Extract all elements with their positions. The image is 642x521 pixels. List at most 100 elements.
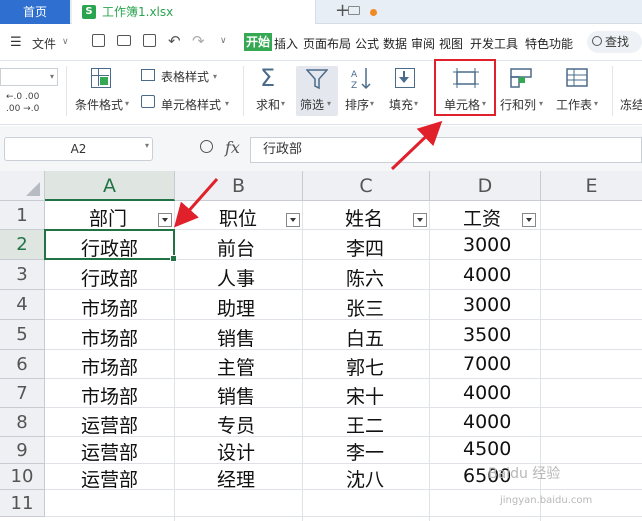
- header-cell-name[interactable]: 姓名: [345, 204, 383, 231]
- conditional-format-icon[interactable]: [91, 68, 111, 88]
- header-cell-salary[interactable]: 工资: [463, 204, 501, 231]
- cell-salary[interactable]: 7000: [463, 353, 511, 375]
- chevron-down-icon[interactable]: ∨: [62, 37, 69, 47]
- save-icon[interactable]: [92, 34, 105, 47]
- chevron-down-icon[interactable]: ▾: [125, 99, 129, 108]
- chevron-down-icon[interactable]: ▾: [594, 99, 598, 108]
- cell-position[interactable]: 前台: [217, 234, 255, 261]
- column-header-a[interactable]: A: [45, 171, 175, 201]
- zoom-icon[interactable]: [200, 140, 213, 153]
- tab-workbook[interactable]: S 工作簿1.xlsx: [72, 0, 377, 24]
- filter-icon[interactable]: [306, 68, 328, 90]
- row-header-1[interactable]: 1: [0, 201, 45, 230]
- worksheet-icon[interactable]: [566, 68, 588, 88]
- cell-salary[interactable]: 3000: [463, 234, 511, 256]
- chevron-down-icon[interactable]: ▾: [145, 141, 149, 150]
- chevron-down-icon[interactable]: ∨: [220, 36, 227, 46]
- cell-department[interactable]: 市场部: [81, 294, 138, 321]
- cell-name[interactable]: 陈六: [346, 264, 384, 291]
- sort-button[interactable]: 排序: [345, 96, 369, 113]
- menu-file[interactable]: 文件: [32, 35, 56, 52]
- header-cell-department[interactable]: 部门: [89, 204, 127, 231]
- chevron-down-icon[interactable]: ▾: [539, 99, 543, 108]
- row-header-8[interactable]: 8: [0, 408, 45, 437]
- cell-salary[interactable]: 4500: [463, 438, 511, 460]
- cell-salary[interactable]: 4000: [463, 411, 511, 433]
- table-style-button[interactable]: 表格样式: [161, 68, 209, 85]
- sum-button[interactable]: 求和: [256, 96, 280, 113]
- chevron-down-icon[interactable]: ▾: [370, 99, 374, 108]
- menu-review[interactable]: 审阅: [411, 35, 435, 52]
- sort-icon[interactable]: A Z: [350, 66, 374, 90]
- decrease-decimal-button[interactable]: .00 →.0: [6, 104, 39, 114]
- cell-position[interactable]: 主管: [217, 353, 255, 380]
- cell-position[interactable]: 销售: [217, 382, 255, 409]
- chevron-down-icon[interactable]: ▾: [213, 72, 217, 81]
- undo-icon[interactable]: ↶: [168, 32, 181, 50]
- column-header-e[interactable]: E: [541, 171, 642, 201]
- formula-input[interactable]: 行政部: [250, 137, 642, 163]
- row-header-9[interactable]: 9: [0, 437, 45, 464]
- menu-view[interactable]: 视图: [439, 35, 463, 52]
- cell-name[interactable]: 沈八: [346, 465, 384, 492]
- select-all-corner[interactable]: [0, 171, 45, 201]
- filter-button[interactable]: 筛选: [300, 96, 324, 113]
- row-header-3[interactable]: 3: [0, 260, 45, 290]
- worksheet-button[interactable]: 工作表: [556, 96, 592, 113]
- menu-insert[interactable]: 插入: [274, 35, 298, 52]
- chevron-down-icon[interactable]: ▾: [327, 99, 331, 108]
- cell-salary[interactable]: 3000: [463, 294, 511, 316]
- cell-department[interactable]: 市场部: [81, 382, 138, 409]
- chevron-down-icon[interactable]: ▾: [281, 99, 285, 108]
- name-box[interactable]: A2: [4, 137, 153, 161]
- cell-salary[interactable]: 3500: [463, 324, 511, 346]
- menu-formula[interactable]: 公式: [355, 35, 379, 52]
- cell-position[interactable]: 设计: [217, 438, 255, 465]
- row-header-5[interactable]: 5: [0, 320, 45, 350]
- conditional-format-button[interactable]: 条件格式: [75, 96, 123, 113]
- header-cell-position[interactable]: 职位: [219, 204, 257, 231]
- cell-position[interactable]: 专员: [217, 411, 255, 438]
- active-cell-selection[interactable]: [44, 229, 177, 262]
- sum-icon[interactable]: Σ: [260, 64, 275, 92]
- row-header-2[interactable]: 2: [0, 230, 45, 260]
- cell-position[interactable]: 经理: [217, 465, 255, 492]
- tab-home[interactable]: 首页: [0, 0, 70, 24]
- column-header-b[interactable]: B: [175, 171, 303, 201]
- cell-department[interactable]: 市场部: [81, 324, 138, 351]
- filter-dropdown-salary[interactable]: [522, 213, 536, 227]
- menu-page-layout[interactable]: 页面布局: [303, 35, 351, 52]
- filter-dropdown-name[interactable]: [413, 213, 427, 227]
- menu-developer[interactable]: 开发工具: [470, 35, 518, 52]
- cell-style-icon[interactable]: [141, 95, 155, 108]
- freeze-button[interactable]: 冻结: [620, 96, 642, 113]
- row-col-button[interactable]: 行和列: [500, 96, 536, 113]
- chevron-down-icon[interactable]: ▾: [414, 99, 418, 108]
- cell-department[interactable]: 市场部: [81, 353, 138, 380]
- fx-icon[interactable]: fx: [225, 138, 240, 157]
- cell-style-button[interactable]: 单元格样式: [161, 96, 221, 113]
- print-icon[interactable]: [117, 35, 131, 46]
- menu-start[interactable]: 开始: [244, 33, 272, 51]
- chevron-down-icon[interactable]: ▾: [50, 72, 54, 81]
- increase-decimal-button[interactable]: ←.0 .00: [6, 92, 39, 102]
- cell-name[interactable]: 李四: [346, 234, 384, 261]
- cell-name[interactable]: 郭七: [346, 353, 384, 380]
- cell-department[interactable]: 行政部: [81, 264, 138, 291]
- menu-special[interactable]: 特色功能: [525, 35, 573, 52]
- row-col-icon[interactable]: [510, 68, 532, 88]
- cell-name[interactable]: 宋十: [346, 382, 384, 409]
- chevron-down-icon[interactable]: ▾: [225, 99, 229, 108]
- print-preview-icon[interactable]: [143, 34, 156, 47]
- fill-button[interactable]: 填充: [389, 96, 413, 113]
- redo-icon[interactable]: ↷: [192, 32, 205, 50]
- column-header-d[interactable]: D: [430, 171, 541, 201]
- cell-position[interactable]: 助理: [217, 294, 255, 321]
- cell-salary[interactable]: 4000: [463, 264, 511, 286]
- search-button[interactable]: 查找: [587, 31, 642, 53]
- cell-name[interactable]: 李一: [346, 438, 384, 465]
- new-tab-plus-icon[interactable]: +: [335, 0, 350, 22]
- column-header-c[interactable]: C: [303, 171, 430, 201]
- cell-position[interactable]: 销售: [217, 324, 255, 351]
- cell-name[interactable]: 张三: [346, 294, 384, 321]
